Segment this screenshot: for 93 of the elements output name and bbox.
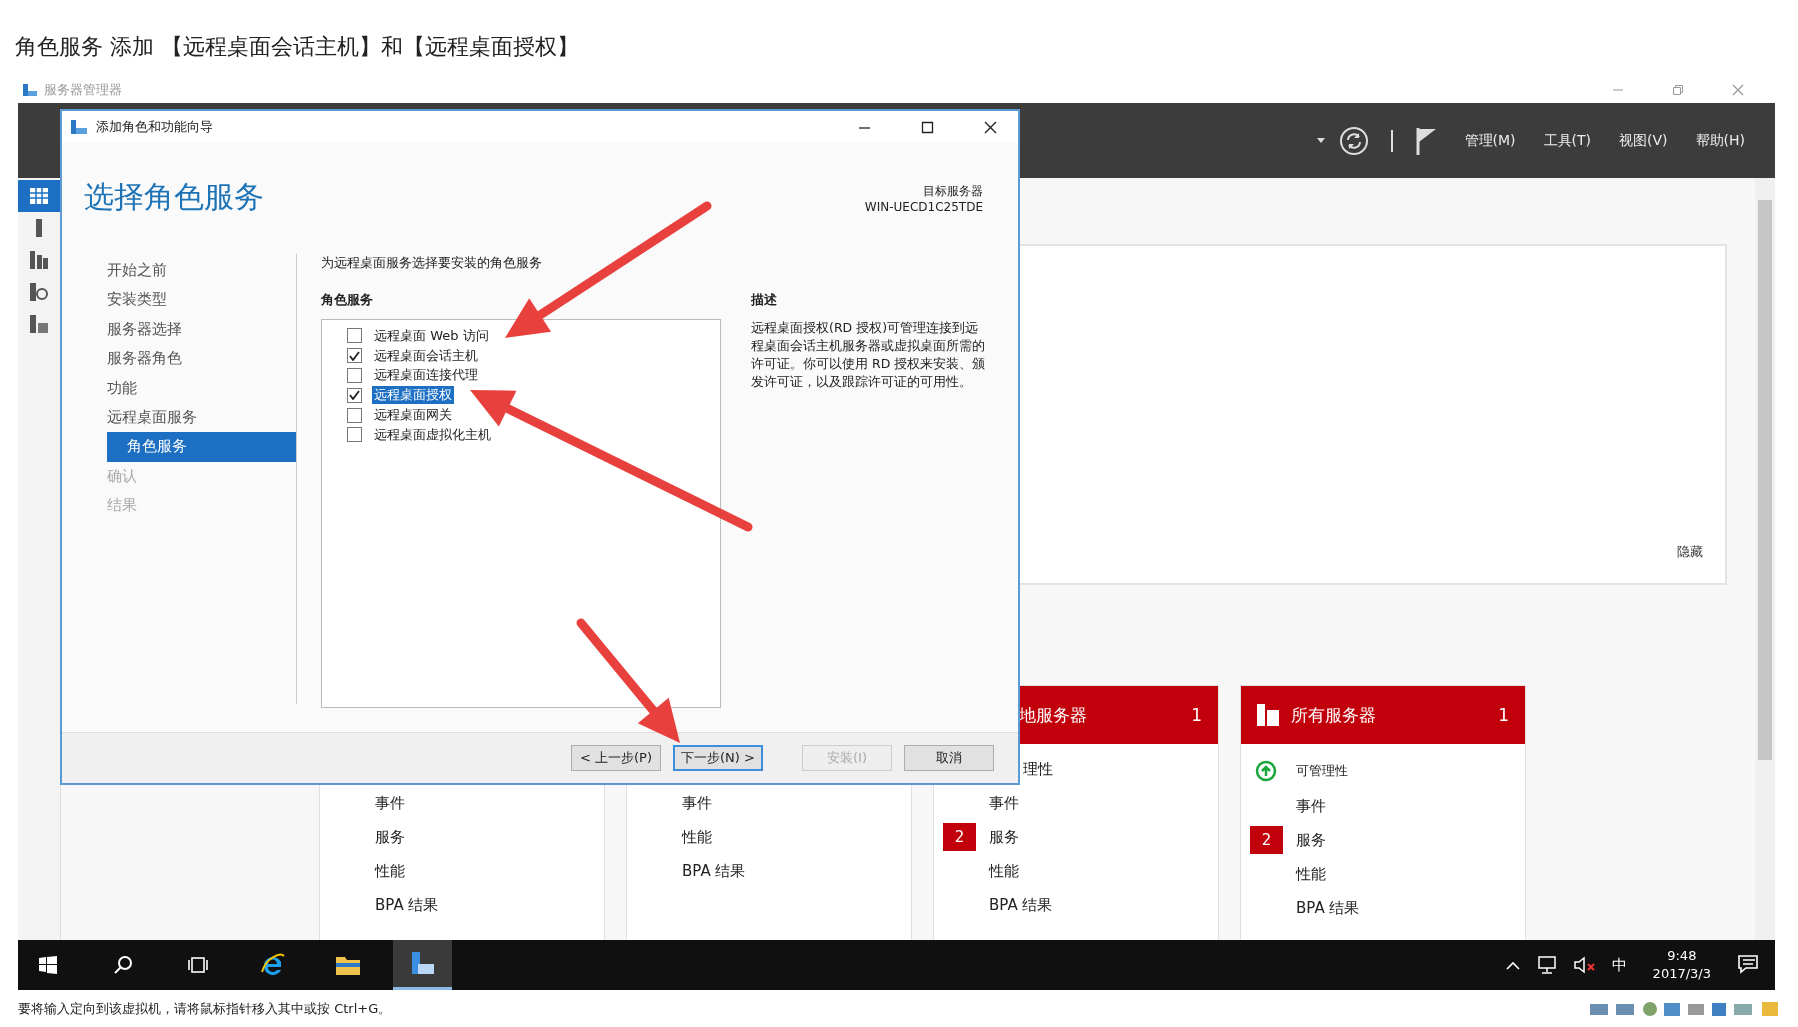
checkbox[interactable] (347, 328, 362, 344)
wizard-step[interactable]: 服务器选择 (107, 314, 296, 345)
target-server-label: 目标服务器 (923, 183, 983, 199)
tile-row-label[interactable]: 事件 (682, 793, 712, 813)
checkbox[interactable] (347, 368, 362, 383)
checkbox[interactable] (347, 348, 362, 364)
tile-row-label[interactable]: 事件 (989, 793, 1019, 813)
tile-row-label[interactable]: BPA 结果 (989, 895, 1053, 915)
tile-row-label[interactable]: 服务 (989, 827, 1019, 847)
hide-link[interactable]: 隐藏 (1677, 543, 1703, 561)
tile-header[interactable]: 所有服务器 1 (1241, 686, 1525, 744)
tile-row-label[interactable]: 服务 (375, 827, 405, 847)
wizard-step[interactable]: 远程桌面服务 (107, 402, 296, 433)
alert-count: 2 (943, 823, 976, 851)
instruction-text: 为远程桌面服务选择要安装的角色服务 (321, 254, 543, 272)
tile-row-label[interactable]: 性能 (375, 861, 405, 881)
windows-icon (38, 956, 57, 974)
servers-icon (1257, 704, 1279, 726)
servers-icon (30, 251, 48, 269)
search-icon (112, 955, 133, 975)
role-service-label[interactable]: 远程桌面连接代理 (372, 366, 480, 385)
menu-item[interactable]: 帮助(H) (1695, 131, 1745, 150)
wizard-step[interactable]: 服务器角色 (107, 344, 296, 374)
alert-count: 2 (1250, 826, 1283, 854)
chevron-up-icon[interactable] (1505, 960, 1520, 970)
page-title: 选择角色服务 (84, 178, 264, 216)
checkbox[interactable] (347, 387, 362, 403)
description-text: 远程桌面授权(RD 授权)可管理连接到远程桌面会话主机服务器或虚拟桌面所需的许可证。你可以使用 RD 授权来安装、颁发许可证，以及跟踪许可证的可用性。 (751, 319, 987, 391)
tile-row-label[interactable]: 性能 (682, 827, 712, 847)
network-icon[interactable] (1535, 956, 1558, 974)
menu-item[interactable]: 视图(V) (1619, 131, 1668, 150)
menu-item[interactable]: 管理(M) (1464, 131, 1516, 150)
close-button[interactable] (984, 120, 997, 134)
tile-title: 地服务器 (1019, 703, 1087, 727)
role-service-label[interactable]: 远程桌面网关 (372, 406, 454, 425)
dropdown-caret-icon[interactable] (1316, 138, 1325, 143)
tile-row-label[interactable]: BPA 结果 (1296, 898, 1360, 918)
tile-row-label[interactable]: BPA 结果 (375, 895, 439, 915)
wizard-step[interactable]: 角色服务 (107, 432, 296, 462)
status-message: 要将输入定向到该虚拟机，请将鼠标指针移入其中或按 Ctrl+G。 (18, 999, 392, 1018)
nav-item[interactable] (18, 180, 60, 212)
tile-row-label[interactable]: 理性 (1023, 759, 1053, 779)
wizard-button[interactable]: 下一步(N) > (673, 745, 763, 771)
tile-title: 所有服务器 (1291, 703, 1376, 727)
server-manager-icon (22, 82, 38, 98)
tile-row-label[interactable]: 事件 (375, 793, 405, 813)
wizard-button[interactable]: < 上一步(P) (571, 745, 661, 771)
role-service-label[interactable]: 远程桌面 Web 访问 (372, 326, 491, 345)
taskbar-button[interactable] (393, 940, 452, 990)
tile-row-label[interactable]: 服务 (1296, 830, 1326, 850)
wizard-step[interactable]: 安装类型 (107, 285, 296, 315)
tile-row-label[interactable]: 性能 (989, 861, 1019, 881)
flag-icon[interactable] (1414, 125, 1437, 156)
folder-icon (335, 955, 360, 975)
target-server-name: WIN-UECD1C25TDE (864, 199, 983, 215)
volume-muted-icon[interactable] (1573, 956, 1596, 974)
dialog-title: 添加角色和功能向导 (96, 118, 213, 136)
wizard-icon (70, 119, 88, 135)
server-icon (33, 219, 45, 237)
role-service-label[interactable]: 远程桌面虚拟化主机 (372, 425, 493, 444)
web-server-icon (30, 283, 48, 301)
file-server-icon (30, 315, 48, 333)
section-label: 角色服务 (321, 291, 374, 309)
role-service-label[interactable]: 远程桌面会话主机 (372, 346, 480, 365)
checkmark-icon (349, 390, 360, 401)
window-title: 服务器管理器 (44, 81, 122, 99)
tile-count: 1 (1498, 705, 1509, 725)
clock-time: 9:48 (1667, 947, 1697, 965)
tile-row-label[interactable]: 可管理性 (1296, 761, 1348, 780)
grid-icon (30, 188, 48, 204)
clock-date: 2017/3/3 (1652, 965, 1711, 983)
browser-e-icon (259, 952, 286, 978)
tile-row-label[interactable]: 事件 (1296, 796, 1326, 816)
checkbox[interactable] (347, 427, 362, 443)
refresh-icon[interactable] (1338, 125, 1369, 156)
maximize-button[interactable] (921, 120, 934, 134)
description-label: 描述 (751, 291, 778, 309)
checkmark-icon (349, 350, 360, 361)
restore-button[interactable] (1672, 84, 1684, 96)
tile-row-label[interactable]: BPA 结果 (682, 861, 746, 881)
checkbox[interactable] (347, 407, 362, 423)
tile-count: 1 (1191, 705, 1202, 725)
tile-row-label[interactable]: 性能 (1296, 864, 1326, 884)
page-heading: 角色服务 添加 【远程桌面会话主机】和【远程桌面授权】 (14, 33, 580, 61)
input-method-indicator[interactable]: 中 (1611, 955, 1627, 975)
status-ok-icon (1255, 759, 1277, 782)
wizard-button[interactable]: 取消 (904, 745, 994, 771)
wizard-step[interactable]: 开始之前 (107, 256, 296, 286)
menu-item[interactable]: 工具(T) (1543, 131, 1592, 150)
wizard-step[interactable]: 功能 (107, 373, 296, 403)
task-view-icon (186, 956, 209, 974)
server-manager-icon (409, 951, 436, 976)
role-service-label[interactable]: 远程桌面授权 (372, 386, 454, 405)
